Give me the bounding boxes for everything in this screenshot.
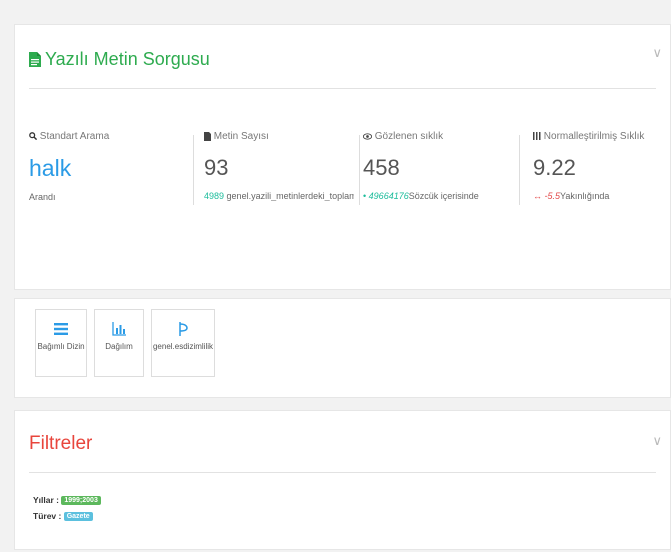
filter-label: Yıllar : <box>33 495 59 505</box>
arrows-icon: ↔ <box>533 191 542 201</box>
distribution-button[interactable]: Dağılım <box>94 309 144 377</box>
button-label: Dağılım <box>105 342 133 351</box>
stat-divider <box>519 135 520 205</box>
chevron-down-icon[interactable]: ∨ <box>652 433 662 449</box>
filters-panel: Filtreler ∨ Yıllar : 1999;2003 Türev : G… <box>14 410 671 550</box>
list-icon <box>54 323 68 335</box>
button-label: Bağımlı Dizin <box>37 342 85 351</box>
stats-row: Standart Arama halk Arandı Metin Sayısı … <box>29 131 659 241</box>
document-icon <box>29 51 41 67</box>
collocation-icon <box>179 322 188 336</box>
stat-normalized-frequency: Normalleştirilmiş Sıklık 9.22 ↔ -5.5Yakı… <box>533 131 659 201</box>
filter-type: Türev : Gazete <box>33 511 93 522</box>
collocation-button[interactable]: genel.esdizimlilik <box>151 309 215 377</box>
header-divider <box>29 472 656 473</box>
search-term: halk <box>29 155 72 181</box>
stat-note-number: 49664176 <box>368 191 409 201</box>
stat-divider <box>359 135 360 205</box>
file-icon <box>204 131 211 141</box>
stat-label: Normalleştirilmiş Sıklık <box>543 131 645 142</box>
stat-label: Metin Sayısı <box>213 131 269 142</box>
concordance-button[interactable]: Bağımlı Dizin <box>35 309 87 377</box>
years-badge: 1999;2003 <box>61 496 101 506</box>
search-icon <box>29 132 38 141</box>
eye-icon <box>362 133 373 140</box>
toolbar-panel: Bağımlı Dizin Dağılım genel.esdizimlilik <box>14 298 671 398</box>
query-panel: Yazılı Metin Sorgusu ∨ Standart Arama ha… <box>14 24 671 290</box>
button-label: genel.esdizimlilik <box>152 342 214 351</box>
stat-observed-frequency: Gözlenen sıklık 458 • 49664176Sözcük içe… <box>362 131 513 201</box>
stat-note-number: -5.5 <box>544 191 561 201</box>
bar-chart-icon <box>533 132 541 141</box>
stat-label: Standart Arama <box>39 131 110 142</box>
chart-icon <box>112 322 126 336</box>
stat-value: 93 <box>204 155 229 180</box>
stat-note-text: Yakınlığında <box>560 191 610 201</box>
dot-icon: • <box>363 191 367 201</box>
stat-note-number: 4989 <box>204 191 225 201</box>
stat-note: Arandı <box>29 192 56 202</box>
filters-title: Filtreler <box>29 433 93 454</box>
stat-note-text: Sözcük içerisinde <box>408 191 479 201</box>
filter-label: Türev : <box>33 511 62 521</box>
stat-text-count: Metin Sayısı 93 4989 genel.yazili_metinl… <box>204 131 354 201</box>
query-panel-title: Yazılı Metin Sorgusu <box>45 48 210 69</box>
stat-note-text: genel.yazili_metinlerdeki_toplam_s <box>226 191 354 201</box>
chevron-down-icon[interactable]: ∨ <box>652 45 662 61</box>
type-badge: Gazete <box>63 512 93 522</box>
stat-standard-search: Standart Arama halk Arandı <box>29 131 189 202</box>
stat-value: 9.22 <box>533 155 576 180</box>
stat-value: 458 <box>363 155 400 180</box>
query-panel-header[interactable]: Yazılı Metin Sorgusu <box>29 44 210 74</box>
header-divider <box>29 88 656 89</box>
stat-divider <box>193 135 194 205</box>
filter-years: Yıllar : 1999;2003 <box>33 495 101 506</box>
stat-label: Gözlenen sıklık <box>374 131 444 142</box>
